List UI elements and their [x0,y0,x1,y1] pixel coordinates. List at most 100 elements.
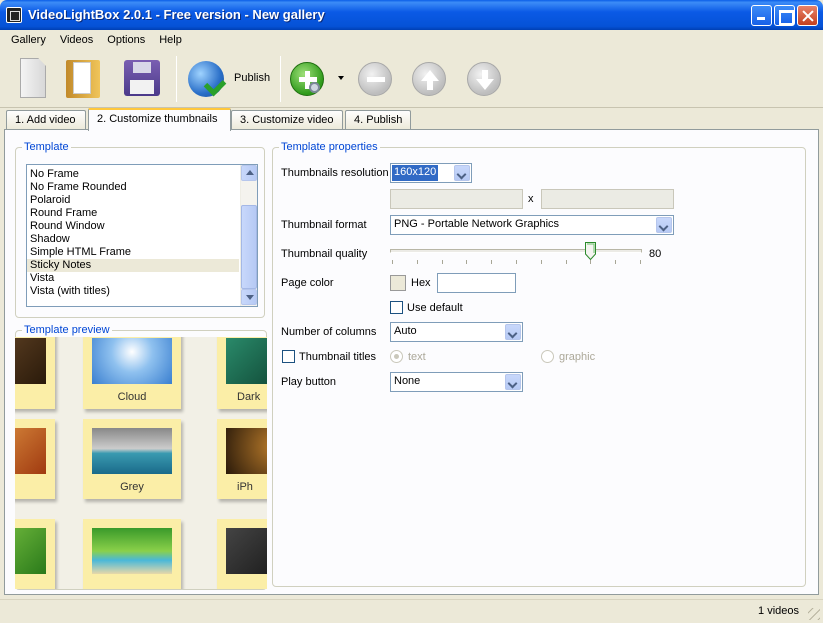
slider-tick [615,260,616,264]
format-select[interactable]: PNG - Portable Network Graphics [390,215,674,235]
window-title: VideoLightBox 2.0.1 - Free version - New… [28,7,325,22]
list-item[interactable]: Simple HTML Frame [27,246,239,259]
page-color-swatch[interactable] [390,275,406,291]
list-item[interactable]: Vista [27,272,239,285]
slider-tick [491,260,492,264]
resolution-width-input[interactable] [390,189,523,209]
play-button-label: Play button [281,376,337,388]
thumbnail-note: Dark [217,337,267,409]
scroll-thumb[interactable] [241,205,257,289]
thumbnail-note: Grey [83,419,181,499]
chevron-down-icon[interactable] [656,217,672,233]
arrow-up-icon [412,62,446,96]
arrow-down-icon [467,62,501,96]
format-label: Thumbnail format [281,219,367,231]
minimize-button[interactable] [751,5,772,26]
toolbar: Publish [0,50,823,108]
new-gallery-button[interactable] [10,56,56,102]
menu-help[interactable]: Help [152,34,189,46]
list-item[interactable]: Round Window [27,220,239,233]
list-item[interactable]: Vista (with titles) [27,285,239,298]
thumbnail-titles-checkbox[interactable] [282,350,295,363]
resolution-select[interactable]: 160x120 [390,163,472,183]
floppy-save-icon [124,60,160,96]
list-item[interactable]: No Frame Rounded [27,181,239,194]
folder-open-icon [66,60,100,98]
thumbnail-titles-label: Thumbnail titles [299,351,377,363]
slider-tick [466,260,467,264]
list-item[interactable]: Round Frame [27,207,239,220]
list-item[interactable]: No Frame [27,168,239,181]
columns-value: Auto [394,325,417,337]
list-item[interactable]: Polaroid [27,194,239,207]
hex-input[interactable] [437,273,516,293]
thumbnail-note [15,337,55,409]
thumbnail-note [217,519,267,589]
hex-label: Hex [411,277,431,289]
maximize-button[interactable] [774,5,795,26]
resolution-value: 160x120 [392,165,439,181]
toolbar-separator [176,56,177,102]
save-gallery-button[interactable] [118,56,164,102]
scroll-up-button[interactable] [241,165,257,181]
publish-label: Publish [234,72,271,84]
scroll-down-button[interactable] [241,289,257,305]
tab-customize-thumbnails[interactable]: 2. Customize thumbnails [88,108,231,131]
new-document-icon [20,58,46,98]
template-properties-legend: Template properties [279,141,380,153]
use-default-checkbox[interactable] [390,301,403,314]
chevron-down-icon[interactable] [505,324,521,340]
template-list-scrollbar[interactable] [240,165,257,306]
thumbnail-caption: Grey [120,481,144,493]
play-button-value: None [394,375,421,387]
quality-label: Thumbnail quality [281,248,368,260]
add-dropdown-arrow-icon[interactable] [338,76,344,80]
columns-label: Number of columns [281,326,377,338]
thumbnail-note [15,419,55,499]
chevron-down-icon[interactable] [505,374,521,390]
tab-customize-video[interactable]: 3. Customize video [231,110,343,130]
titles-graphic-label: graphic [559,351,596,363]
move-up-button[interactable] [407,56,453,102]
titles-text-label: text [408,351,426,363]
template-preview-legend: Template preview [22,324,112,336]
chevron-down-icon[interactable] [454,165,470,181]
resize-grip-icon[interactable] [808,608,820,620]
tab-publish[interactable]: 4. Publish [345,110,411,130]
template-preview: Cloud Dark Grey iPh [15,337,267,589]
play-button-select[interactable]: None [390,372,523,392]
app-icon [6,7,22,23]
quality-slider-thumb[interactable] [585,242,596,260]
video-count: 1 videos [758,605,799,617]
thumbnail-caption: Dark [237,391,261,403]
list-item-selected[interactable]: Sticky Notes [27,259,239,272]
titles-text-radio[interactable] [390,350,403,363]
move-down-button[interactable] [462,56,508,102]
close-button[interactable] [797,5,818,26]
remove-video-button[interactable] [353,56,399,102]
gear-icon [309,82,320,93]
format-value: PNG - Portable Network Graphics [394,218,560,230]
slider-tick [590,260,591,264]
resolution-height-input[interactable] [541,189,674,209]
slider-tick [392,260,393,264]
menu-videos[interactable]: Videos [53,34,100,46]
quality-slider-track[interactable] [390,249,642,253]
menu-gallery[interactable]: Gallery [4,34,53,46]
thumbnail-note [83,519,181,589]
titles-graphic-radio[interactable] [541,350,554,363]
use-default-label: Use default [407,302,463,314]
add-video-button[interactable] [285,56,331,102]
tab-add-video[interactable]: 1. Add video [6,110,86,130]
slider-tick [516,260,517,264]
thumbnail-note: Cloud [83,337,181,409]
columns-select[interactable]: Auto [390,322,523,342]
template-list[interactable]: No Frame No Frame Rounded Polaroid Round… [26,164,258,307]
menu-options[interactable]: Options [100,34,152,46]
list-item[interactable]: Shadow [27,233,239,246]
open-gallery-button[interactable] [60,56,106,102]
template-properties-group: Template properties [272,141,806,587]
slider-tick [541,260,542,264]
toolbar-separator [280,56,281,102]
page-color-label: Page color [281,277,334,289]
